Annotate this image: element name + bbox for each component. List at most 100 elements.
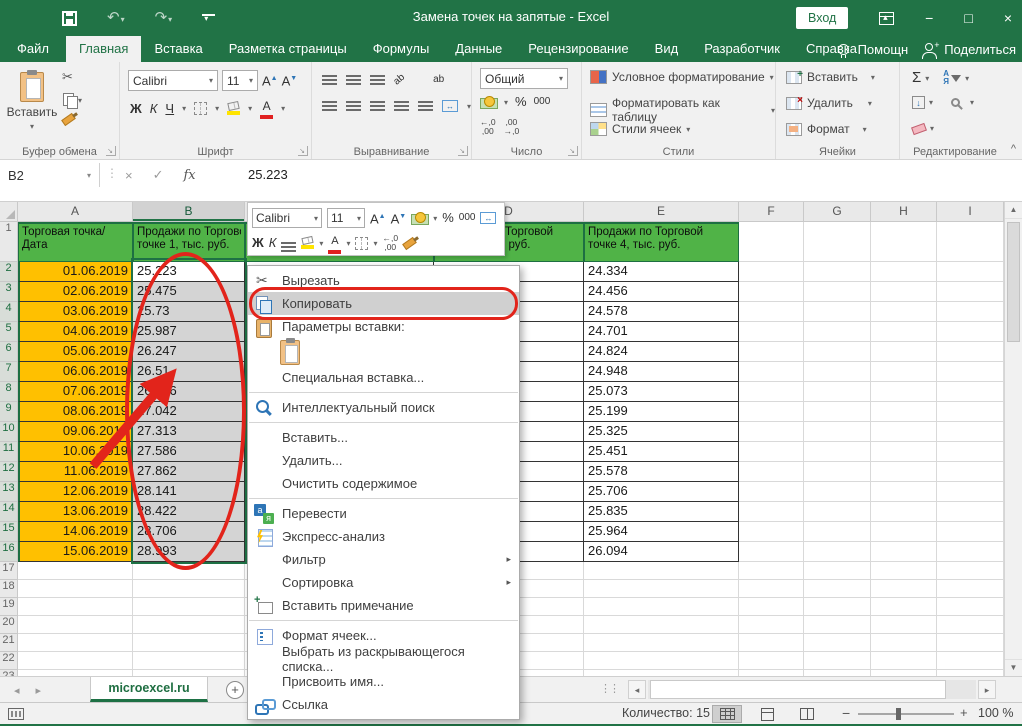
row-header-8[interactable]: 8 (0, 382, 18, 402)
grid-cell[interactable] (739, 616, 804, 634)
grid-cell[interactable] (584, 616, 739, 634)
decrease-decimal-icon[interactable]: ,00 →,0 (504, 118, 520, 136)
accounting-format-icon[interactable] (480, 95, 498, 109)
align-top-icon[interactable] (322, 75, 337, 77)
value-cell-b16[interactable]: 28.993 (133, 542, 245, 562)
grid-cell[interactable] (739, 502, 804, 522)
grid-cell[interactable] (18, 652, 133, 670)
horizontal-scroll-thumb[interactable] (650, 680, 946, 699)
grid-cell[interactable] (937, 652, 1004, 670)
clipboard-dialog-launcher[interactable] (106, 146, 116, 156)
value-cell-b4[interactable]: 25.73 (133, 302, 245, 322)
row-header-22[interactable]: 22 (0, 652, 18, 670)
value-cell-b5[interactable]: 25.987 (133, 322, 245, 342)
grid-cell[interactable] (871, 462, 937, 482)
context-menu-item[interactable]: Фильтр ▸ (248, 548, 519, 571)
value-cell-b13[interactable]: 28.141 (133, 482, 245, 502)
grid-cell[interactable] (937, 580, 1004, 598)
name-box[interactable]: B2 ▾ (0, 163, 100, 187)
context-menu-item[interactable]: Специальная вставка... (248, 366, 519, 389)
grid-cell[interactable] (871, 262, 937, 282)
mini-font-name-select[interactable]: Calibri ▾ (252, 208, 322, 228)
mini-percent-button[interactable]: % (442, 210, 454, 226)
ribbon-tab-вставка[interactable]: Вставка (141, 36, 215, 62)
date-cell-a8[interactable]: 07.06.2019 (18, 382, 133, 402)
copy-button[interactable]: ▾ (62, 92, 82, 109)
date-cell-a2[interactable]: 01.06.2019 (18, 262, 133, 282)
hscroll-right-icon[interactable]: ▸ (978, 680, 996, 699)
value-cell-e2[interactable]: 24.334 (584, 262, 739, 282)
grid-cell[interactable] (739, 422, 804, 442)
grid-cell[interactable] (804, 562, 871, 580)
row-header-20[interactable]: 20 (0, 616, 18, 634)
value-cell-b12[interactable]: 27.862 (133, 462, 245, 482)
sign-in-button[interactable]: Вход (796, 7, 849, 29)
ribbon-tab-данные[interactable]: Данные (442, 36, 515, 62)
grid-cell[interactable] (804, 382, 871, 402)
fill-color-button[interactable] (227, 100, 241, 115)
ribbon-tab-формулы[interactable]: Формулы (360, 36, 443, 62)
grid-cell[interactable] (871, 616, 937, 634)
grid-cell[interactable] (804, 222, 871, 262)
grid-cell[interactable] (937, 482, 1004, 502)
format-painter-icon[interactable] (61, 112, 76, 127)
format-as-table-button[interactable]: Форматировать как таблицу (612, 96, 766, 124)
grid-cell[interactable] (739, 542, 804, 562)
value-cell-e11[interactable]: 25.451 (584, 442, 739, 462)
grid-cell[interactable] (739, 580, 804, 598)
row-header-18[interactable]: 18 (0, 580, 18, 598)
grid-cell[interactable] (871, 580, 937, 598)
grid-cell[interactable] (937, 402, 1004, 422)
grid-cell[interactable] (739, 322, 804, 342)
grid-cell[interactable] (739, 442, 804, 462)
grid-cell[interactable] (739, 262, 804, 282)
context-menu-item[interactable]: Параметры вставки: (248, 315, 519, 338)
ribbon-tab-разработчик[interactable]: Разработчик (691, 36, 793, 62)
grid-cell[interactable] (584, 634, 739, 652)
font-name-select[interactable]: Calibri ▾ (128, 70, 218, 91)
grid-cell[interactable] (937, 562, 1004, 580)
grid-cell[interactable] (739, 222, 804, 262)
value-cell-e6[interactable]: 24.824 (584, 342, 739, 362)
normal-view-button[interactable] (712, 705, 742, 723)
mini-fill-color-button[interactable] (301, 235, 315, 249)
mini-merge-icon[interactable]: ↔ (480, 212, 497, 224)
grid-cell[interactable] (804, 634, 871, 652)
row-header-11[interactable]: 11 (0, 442, 18, 462)
value-cell-b6[interactable]: 26.247 (133, 342, 245, 362)
grid-cell[interactable] (937, 322, 1004, 342)
header-cell-a1[interactable]: Торговая точка/Дата (18, 222, 133, 262)
grid-cell[interactable] (133, 652, 245, 670)
date-cell-a16[interactable]: 15.06.2019 (18, 542, 133, 562)
context-menu-item[interactable]: Сортировка ▸ (248, 571, 519, 594)
row-header-13[interactable]: 13 (0, 482, 18, 502)
align-center-icon[interactable] (346, 101, 361, 103)
grid-cell[interactable] (937, 442, 1004, 462)
grid-cell[interactable] (804, 442, 871, 462)
value-cell-b11[interactable]: 27.586 (133, 442, 245, 462)
grid-cell[interactable] (18, 580, 133, 598)
namebox-splitter[interactable]: ⋮ (106, 166, 118, 180)
row-header-9[interactable]: 9 (0, 402, 18, 422)
mini-bold-button[interactable]: Ж (252, 235, 264, 251)
grid-cell[interactable] (871, 222, 937, 262)
value-cell-e7[interactable]: 24.948 (584, 362, 739, 382)
header-cell-e1[interactable]: Продажи по Торговой точке 4, тыс. руб. (584, 222, 739, 262)
confirm-entry-icon[interactable]: ✓ (153, 167, 164, 183)
grid-cell[interactable] (804, 522, 871, 542)
grid-cell[interactable] (871, 342, 937, 362)
value-cell-b3[interactable]: 25.475 (133, 282, 245, 302)
mini-comma-button[interactable]: 000 (459, 210, 476, 226)
row-header-6[interactable]: 6 (0, 342, 18, 362)
grid-cell[interactable] (937, 542, 1004, 562)
grid-cell[interactable] (133, 616, 245, 634)
grid-cell[interactable] (18, 562, 133, 580)
grid-cell[interactable] (871, 598, 937, 616)
grid-cell[interactable] (937, 634, 1004, 652)
context-menu-item[interactable]: Вставить... (248, 426, 519, 449)
find-select-icon[interactable] (951, 98, 961, 107)
value-cell-e3[interactable]: 24.456 (584, 282, 739, 302)
grid-cell[interactable] (871, 362, 937, 382)
increase-decimal-icon[interactable]: ←,0,00 (480, 118, 496, 136)
grid-cell[interactable] (871, 562, 937, 580)
